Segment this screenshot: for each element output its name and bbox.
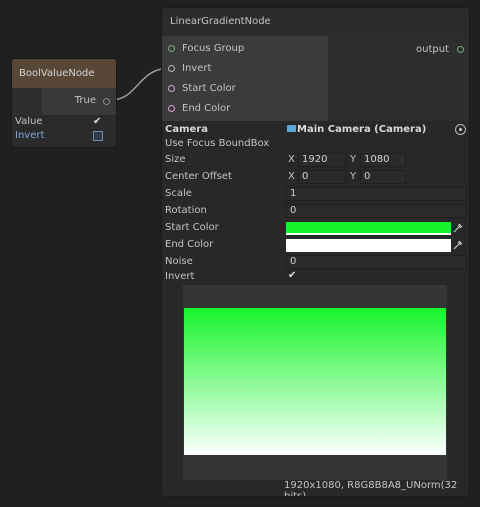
end-eyedropper-icon[interactable] xyxy=(453,240,463,250)
bool-node-header[interactable]: BoolValueNode xyxy=(12,59,116,88)
invert-checkmark-icon[interactable]: ✔ xyxy=(288,270,296,281)
object-picker-icon[interactable] xyxy=(455,124,466,135)
linear-gradient-node[interactable]: LinearGradientNode Focus Group Invert St… xyxy=(161,7,470,497)
rotation-label: Rotation xyxy=(165,205,207,216)
output-ports-panel: output xyxy=(328,36,469,121)
start-color-swatch[interactable] xyxy=(286,222,451,235)
bool-value-node[interactable]: BoolValueNode True Value ✔ Invert xyxy=(11,58,117,148)
rotation-field[interactable]: 0 xyxy=(286,204,467,218)
bool-node-ports: True xyxy=(12,88,116,115)
gradient-node-header[interactable]: LinearGradientNode xyxy=(162,8,469,36)
value-checkbox[interactable]: ✔ xyxy=(93,116,101,127)
size-y-axis-label: Y xyxy=(350,154,357,165)
invert-checkbox[interactable] xyxy=(93,131,103,141)
start-color-label: Start Color xyxy=(165,222,219,233)
input-ports-panel: Focus Group Invert Start Color End Color xyxy=(162,36,328,121)
output-port-label: True xyxy=(74,95,96,106)
center-y-field[interactable]: 0 xyxy=(360,170,406,184)
value-label: Value xyxy=(15,116,43,127)
end-color-swatch[interactable] xyxy=(286,239,451,252)
noise-label: Noise xyxy=(165,256,193,267)
invert-label: Invert xyxy=(165,271,195,282)
invert-label: Invert xyxy=(15,130,45,141)
size-x-axis-label: X xyxy=(288,154,295,165)
camera-icon xyxy=(287,125,296,132)
size-label: Size xyxy=(165,154,186,165)
scale-label: Scale xyxy=(165,188,192,199)
input-invert: Invert xyxy=(182,63,212,74)
bool-node-input-area xyxy=(12,88,42,115)
center-x-field[interactable]: 0 xyxy=(298,170,346,184)
end-color-port-icon[interactable] xyxy=(168,105,175,112)
start-eyedropper-icon[interactable] xyxy=(453,223,463,233)
center-x-axis-label: X xyxy=(288,171,295,182)
output-port-icon[interactable] xyxy=(103,98,110,105)
inspector-panel: Camera Main Camera (Camera) Use Focus Bo… xyxy=(162,121,469,496)
size-y-field[interactable]: 1080 xyxy=(360,153,406,167)
input-focus-group: Focus Group xyxy=(182,43,245,54)
camera-field[interactable]: Main Camera (Camera) xyxy=(297,124,426,135)
scale-field[interactable]: 1 xyxy=(286,187,467,201)
use-focus-boundbox-label: Use Focus BoundBox xyxy=(165,138,270,149)
output-port-icon[interactable] xyxy=(457,46,464,53)
preview-info: 1920x1080, R8G8B8A8_UNorm(32 bits) xyxy=(284,480,458,497)
input-end-color: End Color xyxy=(182,103,231,114)
gradient-preview xyxy=(184,308,446,455)
noise-field[interactable]: 0 xyxy=(286,255,467,269)
center-offset-label: Center Offset xyxy=(165,171,232,182)
focus-group-port-icon[interactable] xyxy=(168,45,175,52)
center-y-axis-label: Y xyxy=(350,171,357,182)
size-x-field[interactable]: 1920 xyxy=(298,153,346,167)
input-start-color: Start Color xyxy=(182,83,236,94)
bool-node-title: BoolValueNode xyxy=(19,68,95,79)
end-color-label: End Color xyxy=(165,239,214,250)
gradient-node-title: LinearGradientNode xyxy=(170,16,271,27)
invert-port-icon[interactable] xyxy=(168,65,175,72)
camera-label: Camera xyxy=(165,124,208,135)
start-color-port-icon[interactable] xyxy=(168,85,175,92)
output-label: output xyxy=(416,44,449,55)
